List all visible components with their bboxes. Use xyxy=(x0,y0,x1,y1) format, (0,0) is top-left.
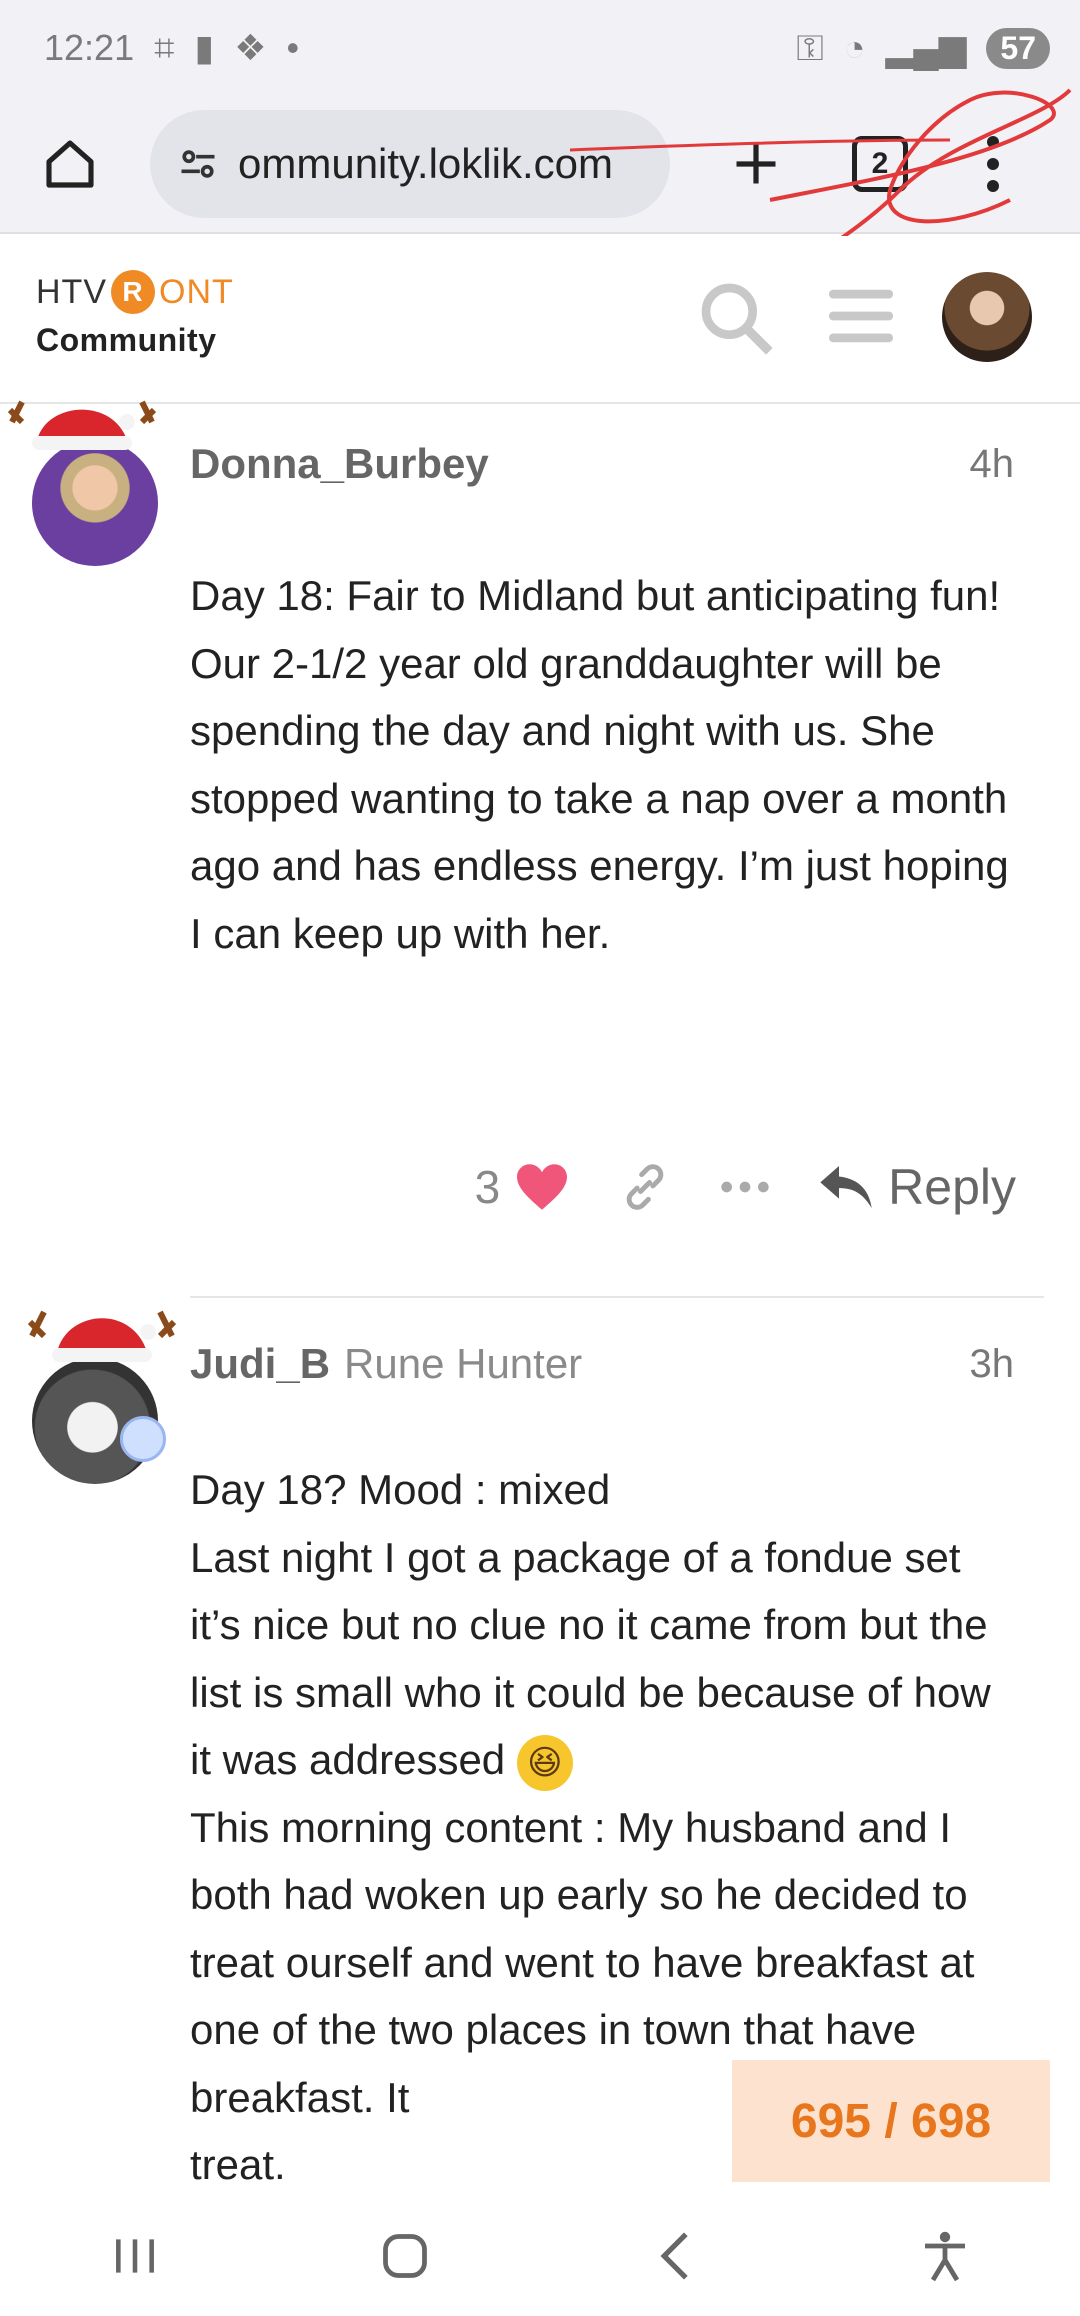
santa-hat-reindeer-icon xyxy=(7,400,157,450)
post-avatar-wrap[interactable] xyxy=(27,1296,177,1484)
logo-htv-text: HTV xyxy=(36,272,107,311)
logo-community-text: Community xyxy=(36,322,217,358)
user-flair-badge xyxy=(120,1416,166,1462)
post-paragraph: Last night I got a package of a fondue s… xyxy=(190,1524,1020,1794)
post-avatar-wrap[interactable] xyxy=(7,400,158,566)
recent-apps-icon xyxy=(116,2239,154,2273)
post-paragraph: Day 18? Mood : mixed xyxy=(190,1466,611,1513)
reply-label: Reply xyxy=(888,1159,1016,1215)
back-button[interactable] xyxy=(630,2211,720,2301)
browser-toolbar: ommunity.loklik.com 2 xyxy=(0,96,1080,234)
heart-icon xyxy=(517,1164,568,1210)
new-tab-button[interactable] xyxy=(720,128,792,200)
post-username-text: Judi_B xyxy=(190,1340,331,1387)
post-user-title: Rune Hunter xyxy=(344,1340,583,1387)
menu-dot xyxy=(987,158,999,170)
logo-ont-text: ONT xyxy=(159,272,234,311)
laughing-emoji: 😆 xyxy=(516,1734,573,1791)
post-actions: 3 Reply xyxy=(475,1158,1016,1216)
notification-icon: ▮ xyxy=(194,27,215,68)
site-header: HTV R ONT Community xyxy=(0,236,1080,404)
post-timestamp[interactable]: 3h xyxy=(970,1342,1015,1387)
site-settings-icon[interactable] xyxy=(176,142,220,186)
wifi-icon: ◔ xyxy=(843,27,866,68)
menu-dot xyxy=(987,180,999,192)
address-bar[interactable]: ommunity.loklik.com xyxy=(150,110,670,218)
more-notifications-icon: • xyxy=(286,27,300,68)
system-navigation-bar xyxy=(0,2196,1080,2316)
search-icon[interactable] xyxy=(696,276,776,360)
home-nav-button[interactable] xyxy=(360,2211,450,2301)
post-divider xyxy=(190,1296,1044,1298)
post-username[interactable]: Judi_B Rune Hunter xyxy=(190,1340,582,1388)
battery-indicator: 57 xyxy=(986,27,1050,69)
post-timestamp[interactable]: 4h xyxy=(970,442,1015,487)
topic-progress-counter[interactable]: 695 / 698 xyxy=(732,2060,1050,2182)
post-body: Day 18: Fair to Midland but anticipating… xyxy=(190,562,1020,967)
reply-button[interactable]: Reply xyxy=(818,1158,1016,1216)
status-time: 12:21 xyxy=(44,27,135,68)
site-logo[interactable]: HTV R ONT Community xyxy=(36,270,234,359)
url-text: ommunity.loklik.com xyxy=(238,140,613,187)
post-paragraph: Day 18: Fair to Midland but anticipating… xyxy=(190,572,1009,957)
hamburger-menu-icon[interactable] xyxy=(826,286,896,346)
link-icon[interactable] xyxy=(618,1160,672,1214)
post-username[interactable]: Donna_Burbey xyxy=(190,440,489,488)
accessibility-icon xyxy=(925,2231,965,2282)
logo-mark: R xyxy=(111,270,155,314)
home-icon xyxy=(46,140,94,188)
menu-dot xyxy=(987,136,999,148)
more-options-icon[interactable] xyxy=(720,1177,770,1197)
key-icon: ⚿ xyxy=(796,26,824,68)
reply-arrow-icon xyxy=(820,1166,872,1208)
tab-switcher-button[interactable]: 2 xyxy=(852,136,908,192)
accessibility-button[interactable] xyxy=(900,2211,990,2301)
recent-apps-button[interactable] xyxy=(90,2211,180,2301)
browser-menu-button[interactable] xyxy=(978,124,1008,204)
home-button[interactable] xyxy=(30,124,110,204)
post-paragraph-text: Last night I got a package of a fondue s… xyxy=(190,1533,991,1784)
current-user-avatar[interactable] xyxy=(942,272,1032,362)
screenshot-icon: ⌗ xyxy=(154,26,175,68)
plus-icon xyxy=(736,144,776,184)
status-bar: 12:21 ⌗ ▮ ❖ • ⚿ ◔ ▂▄▆ 57 xyxy=(0,0,1080,96)
signal-icon: ▂▄▆ xyxy=(885,27,967,68)
app-icon: ❖ xyxy=(234,27,267,68)
like-button[interactable]: 3 xyxy=(475,1160,571,1214)
back-icon xyxy=(660,2232,688,2280)
home-nav-icon xyxy=(383,2234,427,2278)
santa-hat-reindeer-icon xyxy=(27,1310,177,1362)
like-count: 3 xyxy=(474,1161,501,1213)
